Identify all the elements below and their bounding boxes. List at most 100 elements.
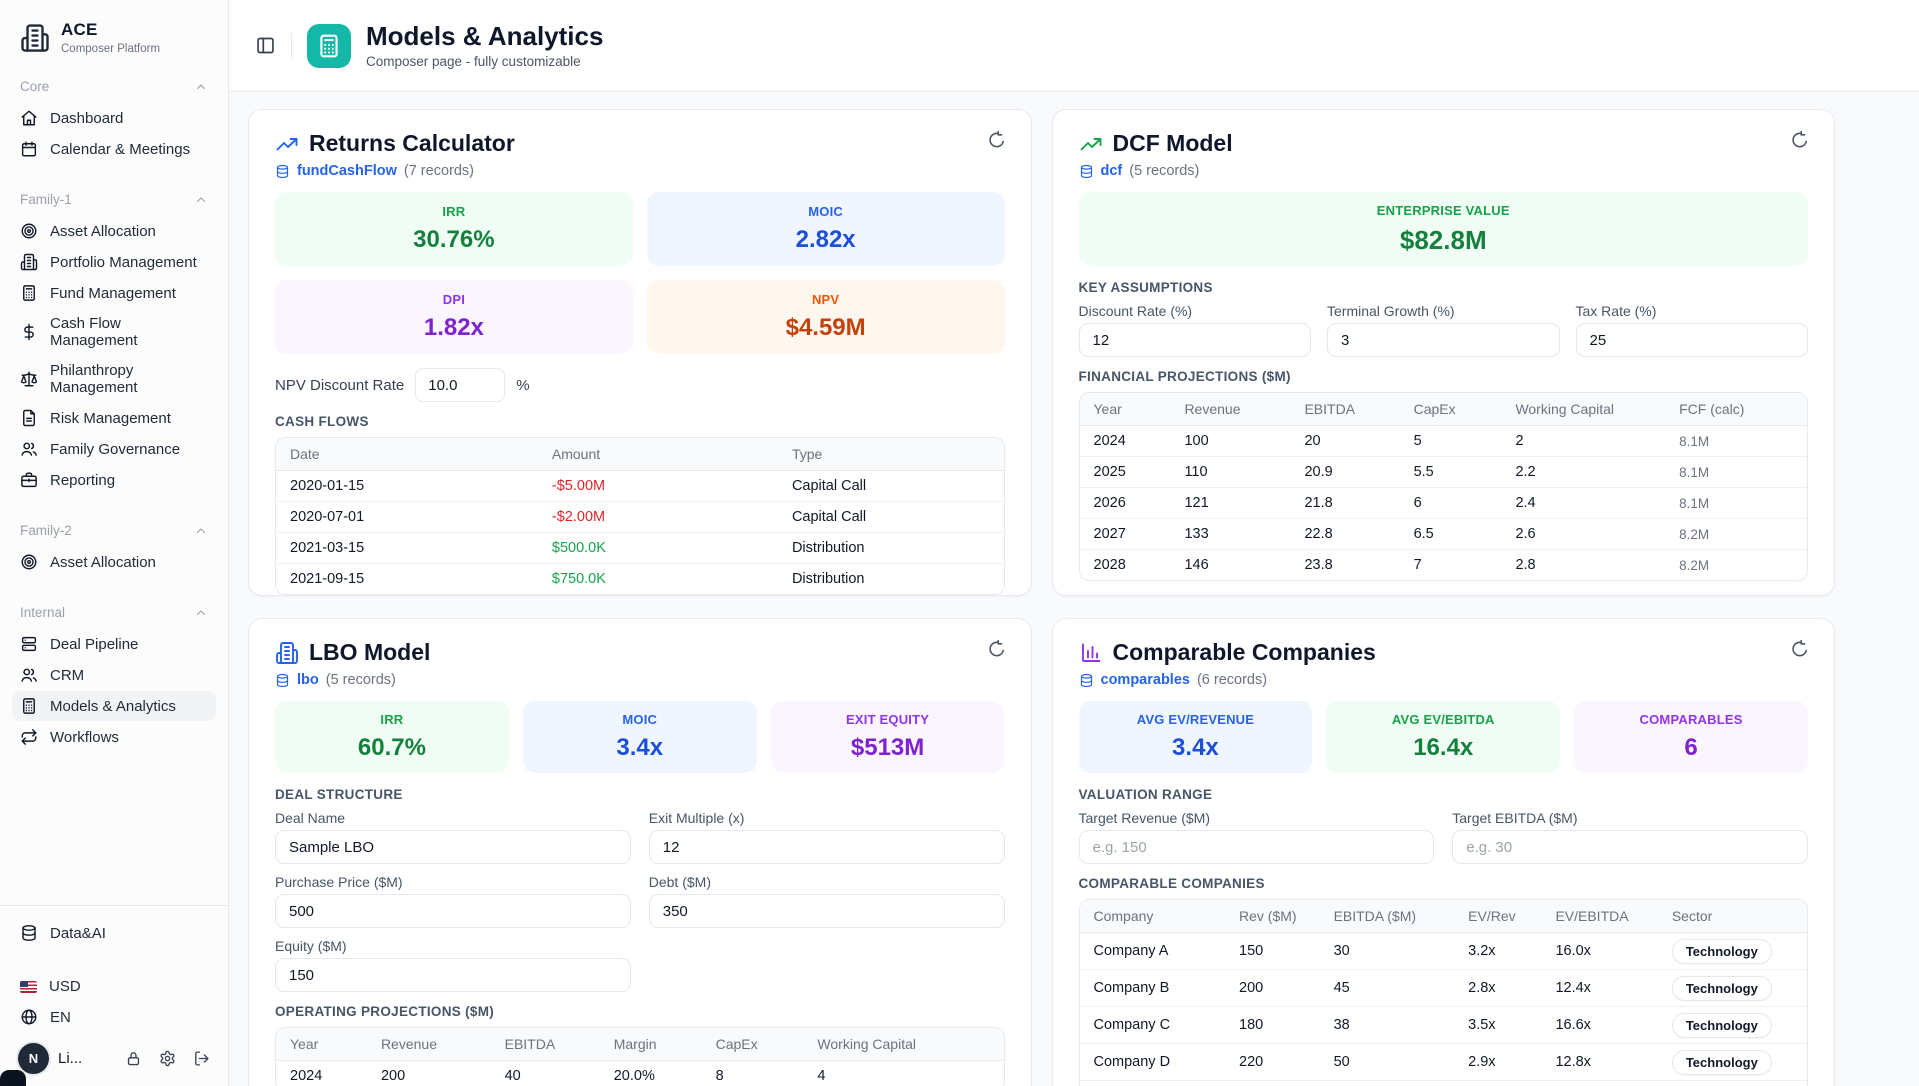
main-area: Models & Analytics Composer page - fully…	[229, 0, 1919, 1086]
table-row: Company B200452.8x12.4xTechnology	[1080, 970, 1808, 1007]
tax-rate-input[interactable]	[1576, 323, 1809, 357]
data-source: comparables (6 records)	[1079, 672, 1809, 688]
sidebar-item-deal-pipeline[interactable]: Deal Pipeline	[12, 629, 216, 659]
table-header-row: Date Amount Type	[276, 438, 1004, 471]
financial-projections-label: FINANCIAL PROJECTIONS ($M)	[1079, 369, 1809, 384]
comparable-companies-table: Company Rev ($M) EBITDA ($M) EV/Rev EV/E…	[1079, 899, 1809, 1086]
sector-badge: Technology	[1672, 939, 1772, 964]
sync-icon[interactable]	[987, 130, 1007, 150]
sidebar: ACE Composer Platform Core Dashboard Cal…	[0, 0, 229, 1086]
metric-dpi: DPI1.82x	[275, 280, 633, 354]
us-flag-icon	[20, 981, 37, 993]
dollar-icon	[20, 323, 38, 341]
calculator-icon	[316, 33, 342, 59]
sidebar-item-asset-allocation[interactable]: Asset Allocation	[12, 216, 216, 246]
metric-moic: MOIC3.4x	[523, 701, 757, 773]
trending-up-icon	[1079, 132, 1103, 156]
metric-npv: NPV$4.59M	[647, 280, 1005, 354]
users-icon	[20, 440, 38, 458]
scale-icon	[20, 370, 38, 388]
npv-discount-rate-input[interactable]	[415, 368, 505, 402]
sector-badge: Technology	[1672, 1050, 1772, 1075]
comparable-companies-label: COMPARABLE COMPANIES	[1079, 876, 1809, 891]
table-row: 202612121.862.48.1M	[1080, 488, 1808, 519]
sidebar-item-data-ai[interactable]: Data&AI	[12, 918, 216, 948]
sidebar-item-philanthropy-management[interactable]: Philanthropy Management	[12, 356, 216, 402]
terminal-growth-field: Terminal Growth (%)	[1327, 303, 1560, 357]
deal-name-input[interactable]	[275, 830, 631, 864]
sidebar-item-calendar-meetings[interactable]: Calendar & Meetings	[12, 134, 216, 164]
sidebar-toggle-icon[interactable]	[255, 35, 276, 56]
lock-icon[interactable]	[125, 1050, 142, 1067]
deal-structure-label: DEAL STRUCTURE	[275, 787, 1005, 802]
data-source: lbo (5 records)	[275, 672, 1005, 688]
building-icon	[20, 253, 38, 271]
sidebar-item-family-governance[interactable]: Family Governance	[12, 434, 216, 464]
home-icon	[20, 109, 38, 127]
sync-icon[interactable]	[987, 639, 1007, 659]
metric-irr: IRR30.76%	[275, 192, 633, 266]
sidebar-section-family-2[interactable]: Family-2	[12, 515, 216, 547]
table-header-row: Company Rev ($M) EBITDA ($M) EV/Rev EV/E…	[1080, 900, 1808, 933]
language-selector[interactable]: EN	[12, 1002, 216, 1032]
table-row: 202511020.95.52.28.1M	[1080, 457, 1808, 488]
equity-field: Equity ($M)	[275, 938, 631, 992]
debt-input[interactable]	[649, 894, 1005, 928]
sidebar-item-asset-allocation-2[interactable]: Asset Allocation	[12, 547, 216, 577]
sidebar-item-dashboard[interactable]: Dashboard	[12, 103, 216, 133]
gear-icon[interactable]	[159, 1050, 176, 1067]
sidebar-section-internal[interactable]: Internal	[12, 597, 216, 629]
cash-flows-table: Date Amount Type 2020-01-15-$5.00MCapita…	[275, 437, 1005, 595]
target-revenue-input[interactable]	[1079, 830, 1435, 864]
equity-input[interactable]	[275, 958, 631, 992]
metric-comparables-count: COMPARABLES6	[1574, 701, 1808, 773]
sync-icon[interactable]	[1790, 130, 1810, 150]
building-icon	[275, 641, 299, 665]
sector-badge: Technology	[1672, 976, 1772, 1001]
sidebar-item-portfolio-management[interactable]: Portfolio Management	[12, 247, 216, 277]
table-row: 202713322.86.52.68.2M	[1080, 519, 1808, 550]
user-row: N Li...	[12, 1033, 216, 1078]
page-header: Models & Analytics Composer page - fully…	[229, 0, 1919, 92]
metric-avg-ev-ebitda: AVG EV/EBITDA16.4x	[1326, 701, 1560, 773]
sidebar-item-reporting[interactable]: Reporting	[12, 465, 216, 495]
table-row: Company A150303.2x16.0xTechnology	[1080, 933, 1808, 970]
sidebar-item-fund-management[interactable]: Fund Management	[12, 278, 216, 308]
logout-icon[interactable]	[193, 1050, 210, 1067]
metric-avg-ev-revenue: AVG EV/REVENUE3.4x	[1079, 701, 1313, 773]
financial-projections-table: Year Revenue EBITDA CapEx Working Capita…	[1079, 392, 1809, 581]
sidebar-item-crm[interactable]: CRM	[12, 660, 216, 690]
metric-moic: MOIC2.82x	[647, 192, 1005, 266]
returns-calculator-card: Returns Calculator fundCashFlow (7 recor…	[248, 109, 1032, 596]
sector-badge: Technology	[1672, 1013, 1772, 1038]
table-header-row: Year Revenue EBITDA CapEx Working Capita…	[1080, 393, 1808, 426]
table-row: 2021-09-15$750.0KDistribution	[276, 564, 1004, 595]
avatar[interactable]: N	[18, 1043, 49, 1074]
table-row: 202410020528.1M	[1080, 426, 1808, 457]
sidebar-item-risk-management[interactable]: Risk Management	[12, 403, 216, 433]
sidebar-footer: Data&AI USD EN N Li...	[0, 905, 228, 1086]
app-tagline: Composer Platform	[61, 43, 160, 55]
page-title: Models & Analytics	[366, 22, 603, 51]
data-source: dcf (5 records)	[1079, 163, 1809, 179]
table-row: 2021-03-15$500.0KDistribution	[276, 533, 1004, 564]
table-row: 202814623.872.88.2M	[1080, 550, 1808, 581]
debt-field: Debt ($M)	[649, 874, 1005, 928]
comparable-companies-card: Comparable Companies comparables (6 reco…	[1052, 618, 1836, 1086]
purchase-price-input[interactable]	[275, 894, 631, 928]
calendar-icon	[20, 140, 38, 158]
sidebar-section-core[interactable]: Core	[12, 71, 216, 103]
terminal-growth-input[interactable]	[1327, 323, 1560, 357]
trending-up-icon	[275, 132, 299, 156]
sync-icon[interactable]	[1790, 639, 1810, 659]
target-ebitda-input[interactable]	[1452, 830, 1808, 864]
sidebar-item-cash-flow-management[interactable]: Cash Flow Management	[12, 309, 216, 355]
exit-multiple-input[interactable]	[649, 830, 1005, 864]
users-icon	[20, 666, 38, 684]
sidebar-item-workflows[interactable]: Workflows	[12, 722, 216, 752]
currency-selector[interactable]: USD	[12, 972, 216, 1001]
sidebar-item-models-analytics[interactable]: Models & Analytics	[12, 691, 216, 721]
sidebar-section-family-1[interactable]: Family-1	[12, 184, 216, 216]
app-logo: ACE Composer Platform	[12, 18, 216, 71]
discount-rate-input[interactable]	[1079, 323, 1312, 357]
